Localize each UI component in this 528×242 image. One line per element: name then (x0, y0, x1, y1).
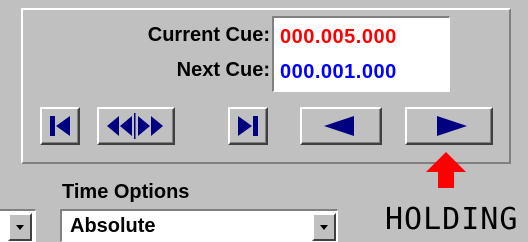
chevron-down-icon (320, 225, 328, 230)
time-options-selected: Absolute (70, 215, 156, 237)
time-options-select[interactable]: Absolute (60, 209, 338, 242)
left-dropdown-arrow[interactable] (8, 213, 32, 241)
current-cue-label: Current Cue: (147, 24, 270, 46)
left-dropdown[interactable] (0, 209, 36, 242)
cue-display: 000.005.000 000.001.000 (272, 16, 450, 92)
skip-to-start-button[interactable] (40, 107, 80, 145)
chevron-down-icon (16, 225, 24, 230)
skip-to-start-icon (50, 116, 70, 136)
skip-to-end-button[interactable] (228, 107, 268, 145)
next-cue-value: 000.001.000 (280, 61, 397, 83)
skip-to-end-icon (238, 116, 258, 136)
time-options-title: Time Options (62, 181, 190, 203)
up-arrow-icon (426, 152, 466, 188)
step-forward-icon (437, 116, 467, 136)
step-forward-button[interactable] (405, 107, 493, 145)
step-back-icon (324, 116, 354, 136)
rewind-fast-forward-icon (107, 113, 163, 139)
next-cue-label: Next Cue: (176, 59, 270, 81)
status-text: HOLDING (385, 202, 519, 237)
rewind-fast-forward-button[interactable] (97, 107, 175, 145)
step-back-button[interactable] (300, 107, 382, 145)
time-options-dropdown-arrow[interactable] (312, 213, 336, 241)
current-cue-value: 000.005.000 (280, 26, 397, 48)
